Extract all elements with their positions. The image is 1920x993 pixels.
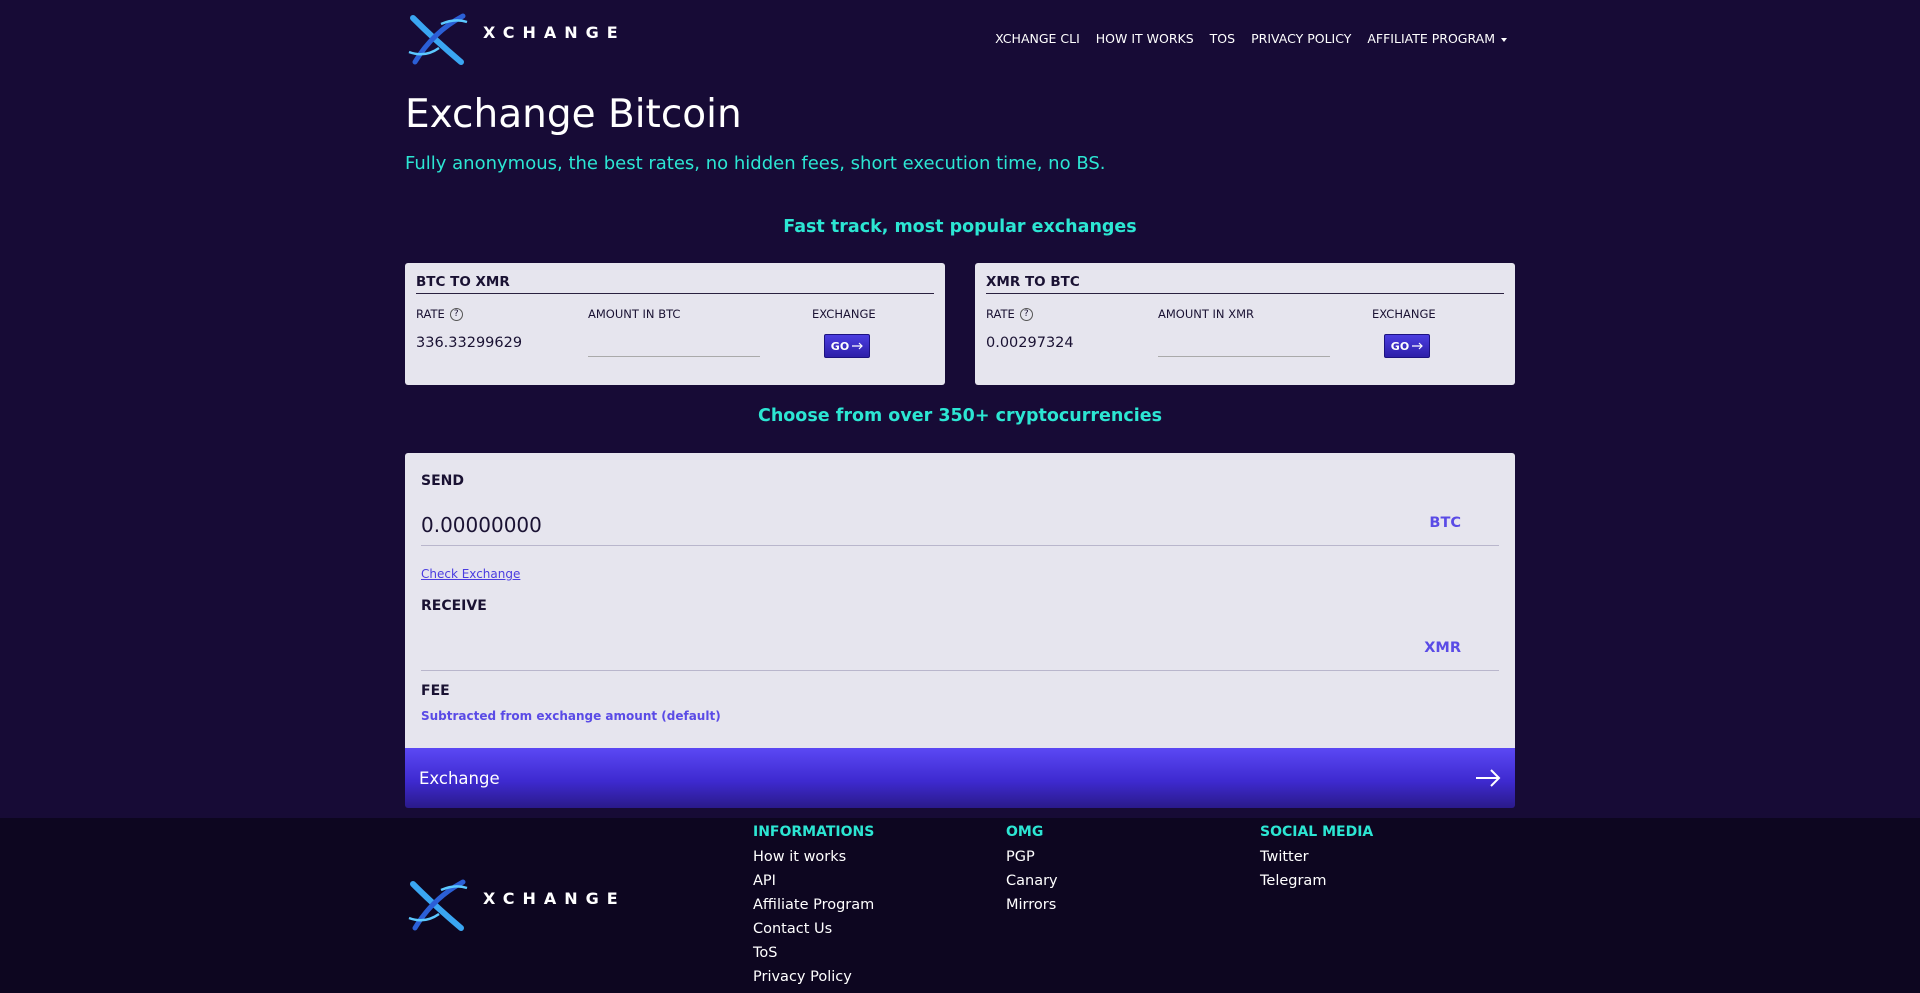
footer-link-mirrors[interactable]: Mirrors xyxy=(1006,893,1058,917)
help-icon[interactable]: ? xyxy=(449,307,463,321)
rate-value: 0.00297324 xyxy=(986,335,1074,351)
divider xyxy=(421,670,1499,671)
brand-name: XCHANGE xyxy=(483,888,626,908)
arrow-right-icon xyxy=(852,342,864,350)
x-logo-icon xyxy=(408,879,468,931)
arrow-right-icon xyxy=(1412,342,1424,350)
card-title: BTC TO XMR xyxy=(416,274,934,294)
footer-link-how-it-works[interactable]: How it works xyxy=(753,845,874,869)
receive-currency-select[interactable]: XMR xyxy=(1424,640,1461,656)
footer-col-title: OMG xyxy=(1006,824,1044,840)
exchange-label: EXCHANGE xyxy=(1372,307,1436,321)
footer-link-telegram[interactable]: Telegram xyxy=(1260,869,1373,893)
page-subtitle: Fully anonymous, the best rates, no hidd… xyxy=(405,153,1106,174)
footer-logo[interactable]: XCHANGE xyxy=(405,878,626,932)
caret-down-icon xyxy=(1501,37,1507,42)
rate-label-text: RATE xyxy=(416,307,445,321)
check-exchange-link[interactable]: Check Exchange xyxy=(421,567,520,581)
header-logo[interactable]: XCHANGE xyxy=(405,12,626,66)
receive-label: RECEIVE xyxy=(421,598,487,614)
nav-tos[interactable]: TOS xyxy=(1210,31,1235,46)
brand-name: XCHANGE xyxy=(483,22,626,42)
footer-link-privacy[interactable]: Privacy Policy xyxy=(753,965,874,989)
go-label: GO xyxy=(1390,339,1410,353)
choose-title: Choose from over 350+ cryptocurrencies xyxy=(757,406,1163,426)
nav-affiliate-label: AFFILIATE PROGRAM xyxy=(1367,31,1495,46)
footer-link-pgp[interactable]: PGP xyxy=(1006,845,1058,869)
go-button[interactable]: GO xyxy=(1384,334,1430,358)
footer-link-twitter[interactable]: Twitter xyxy=(1260,845,1373,869)
footer-link-contact[interactable]: Contact Us xyxy=(753,917,874,941)
footer-col-title: INFORMATIONS xyxy=(753,824,875,840)
fee-option[interactable]: Subtracted from exchange amount (default… xyxy=(421,709,721,723)
rate-value: 336.33299629 xyxy=(416,335,523,351)
exchange-form: SEND BTC Check Exchange RECEIVE XMR FEE … xyxy=(405,453,1515,748)
nav-xchange-cli[interactable]: XCHANGE CLI xyxy=(995,31,1080,46)
top-nav: XCHANGE CLI HOW IT WORKS TOS PRIVACY POL… xyxy=(995,31,1507,46)
rate-label: RATE? xyxy=(986,307,1033,321)
nav-privacy-policy[interactable]: PRIVACY POLICY xyxy=(1251,31,1351,46)
footer-link-api[interactable]: API xyxy=(753,869,874,893)
help-icon[interactable]: ? xyxy=(1019,307,1033,321)
go-label: GO xyxy=(830,339,850,353)
footer-link-affiliate[interactable]: Affiliate Program xyxy=(753,893,874,917)
send-amount-input[interactable] xyxy=(421,508,1421,542)
nav-how-it-works[interactable]: HOW IT WORKS xyxy=(1096,31,1194,46)
arrow-right-icon xyxy=(1476,769,1501,787)
fast-track-card-btc-xmr: BTC TO XMR RATE? AMOUNT IN BTC EXCHANGE … xyxy=(405,263,945,385)
footer-link-tos[interactable]: ToS xyxy=(753,941,874,965)
nav-affiliate-dropdown[interactable]: AFFILIATE PROGRAM xyxy=(1367,31,1507,46)
amount-xmr-input[interactable] xyxy=(1158,333,1330,357)
rate-label-text: RATE xyxy=(986,307,1015,321)
footer-col-title: SOCIAL MEDIA xyxy=(1260,824,1374,840)
exchange-submit-button[interactable]: Exchange xyxy=(405,748,1515,808)
send-label: SEND xyxy=(421,473,464,489)
send-currency-select[interactable]: BTC xyxy=(1429,515,1461,531)
fee-label: FEE xyxy=(421,683,450,699)
exchange-button-label: Exchange xyxy=(419,768,500,788)
exchange-label: EXCHANGE xyxy=(812,307,876,321)
divider xyxy=(421,545,1499,546)
footer-link-canary[interactable]: Canary xyxy=(1006,869,1058,893)
go-button[interactable]: GO xyxy=(824,334,870,358)
fast-track-card-xmr-btc: XMR TO BTC RATE? AMOUNT IN XMR EXCHANGE … xyxy=(975,263,1515,385)
footer-col-informations: INFORMATIONS How it works API Affiliate … xyxy=(753,824,874,989)
footer-col-omg: OMG PGP Canary Mirrors xyxy=(1006,824,1058,917)
page-title: Exchange Bitcoin xyxy=(405,92,742,137)
receive-amount-input[interactable] xyxy=(421,633,1421,667)
rate-label: RATE? xyxy=(416,307,463,321)
amount-label: AMOUNT IN XMR xyxy=(1158,307,1254,321)
footer: XCHANGE INFORMATIONS How it works API Af… xyxy=(0,818,1920,993)
card-title: XMR TO BTC xyxy=(986,274,1504,294)
fast-track-title: Fast track, most popular exchanges xyxy=(783,217,1137,237)
amount-btc-input[interactable] xyxy=(588,333,760,357)
amount-label: AMOUNT IN BTC xyxy=(588,307,681,321)
x-logo-icon xyxy=(408,13,468,65)
footer-col-social: SOCIAL MEDIA Twitter Telegram xyxy=(1260,824,1373,893)
